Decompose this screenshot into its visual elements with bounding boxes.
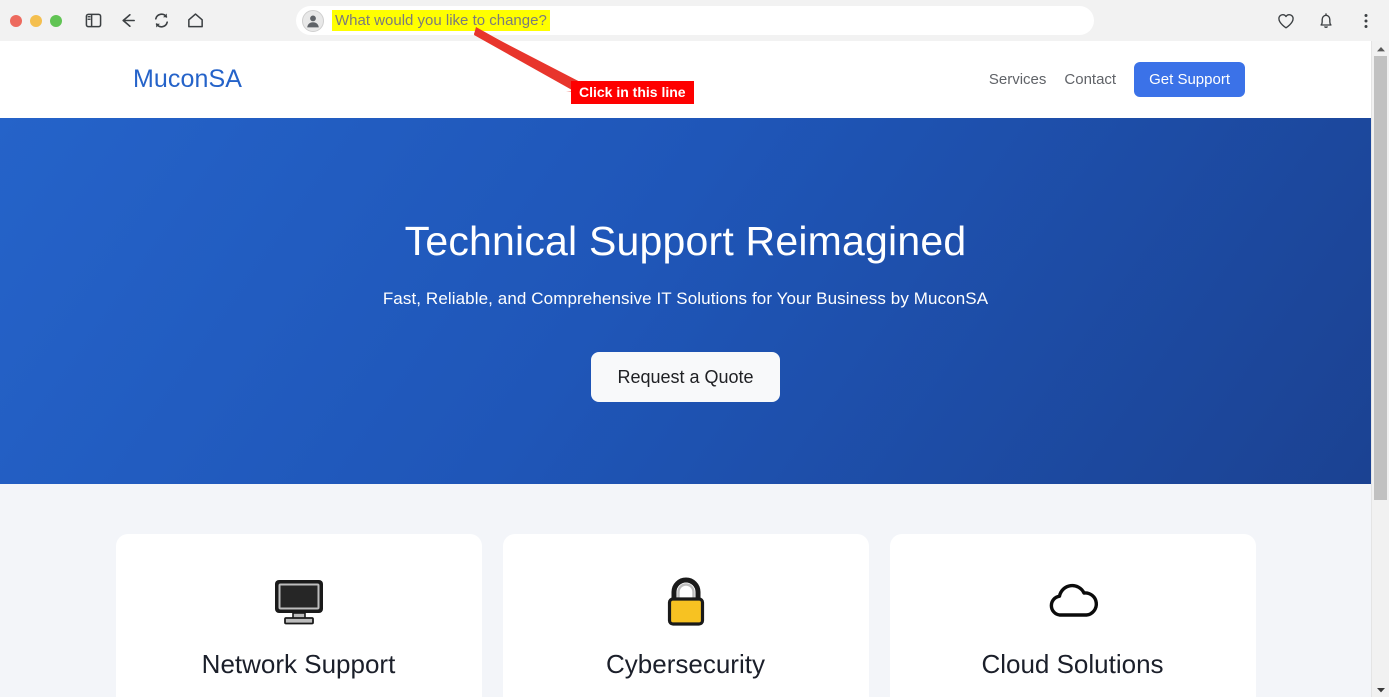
heart-icon bbox=[1278, 13, 1294, 28]
reload-icon bbox=[154, 13, 168, 28]
favorite-button[interactable] bbox=[1271, 6, 1301, 36]
service-card-title: Cybersecurity bbox=[606, 649, 765, 679]
maximize-window-button[interactable] bbox=[50, 14, 62, 27]
page-scrollbar[interactable] bbox=[1371, 41, 1389, 697]
service-card-title: Cloud Solutions bbox=[981, 649, 1164, 679]
window-controls bbox=[10, 14, 62, 27]
reload-button[interactable] bbox=[146, 6, 176, 36]
request-quote-button[interactable]: Request a Quote bbox=[591, 352, 780, 402]
site-logo[interactable]: MuconSA bbox=[133, 65, 242, 94]
user-avatar-icon bbox=[302, 9, 324, 32]
hero-title: Technical Support Reimagined bbox=[404, 218, 967, 264]
annotation-label: Click in this line bbox=[571, 81, 694, 105]
browser-toolbar: What would you like to change? bbox=[0, 0, 1389, 41]
omnibox[interactable]: What would you like to change? bbox=[296, 6, 1094, 35]
omnibox-input[interactable]: What would you like to change? bbox=[332, 10, 550, 31]
get-support-button[interactable]: Get Support bbox=[1134, 62, 1245, 97]
scroll-down-button[interactable] bbox=[1372, 682, 1389, 697]
cloud-icon bbox=[1044, 574, 1102, 629]
service-card-cybersecurity[interactable]: Cybersecurity bbox=[502, 534, 869, 697]
close-window-button[interactable] bbox=[10, 14, 22, 27]
scrollbar-thumb[interactable] bbox=[1374, 56, 1387, 500]
browser-nav-buttons bbox=[78, 6, 210, 36]
bell-icon bbox=[1320, 12, 1332, 28]
padlock-icon bbox=[661, 574, 711, 629]
back-button[interactable] bbox=[112, 6, 142, 36]
nav-link-contact[interactable]: Contact bbox=[1064, 71, 1116, 88]
scroll-up-button[interactable] bbox=[1372, 41, 1389, 56]
service-card-network-support[interactable]: Network Support bbox=[115, 534, 482, 697]
page-viewport: MuconSA Services Contact Get Support Tec… bbox=[0, 41, 1371, 697]
minimize-window-button[interactable] bbox=[30, 14, 42, 27]
site-header: MuconSA Services Contact Get Support bbox=[0, 41, 1371, 118]
three-dot-menu-icon bbox=[1364, 13, 1368, 28]
scroll-up-arrow-icon bbox=[1376, 46, 1385, 51]
back-arrow-icon bbox=[121, 13, 135, 28]
browser-menu-button[interactable] bbox=[1351, 6, 1381, 36]
toolbar-right-actions bbox=[1271, 0, 1381, 41]
monitor-icon bbox=[271, 574, 327, 629]
home-icon bbox=[187, 13, 203, 28]
notifications-button[interactable] bbox=[1311, 6, 1341, 36]
service-card-cloud-solutions[interactable]: Cloud Solutions bbox=[889, 534, 1256, 697]
scroll-down-arrow-icon bbox=[1376, 687, 1385, 692]
sidebar-toggle-icon bbox=[85, 13, 101, 28]
sidebar-toggle-button[interactable] bbox=[78, 6, 108, 36]
site-navigation: Services Contact Get Support bbox=[989, 62, 1245, 97]
services-section: Network Support Cybersecurity Cloud Solu… bbox=[0, 484, 1371, 697]
nav-link-services[interactable]: Services bbox=[989, 71, 1047, 88]
hero-subtitle: Fast, Reliable, and Comprehensive IT Sol… bbox=[382, 289, 989, 308]
hero-section: Technical Support Reimagined Fast, Relia… bbox=[0, 118, 1371, 484]
service-card-title: Network Support bbox=[201, 649, 396, 679]
home-button[interactable] bbox=[180, 6, 210, 36]
